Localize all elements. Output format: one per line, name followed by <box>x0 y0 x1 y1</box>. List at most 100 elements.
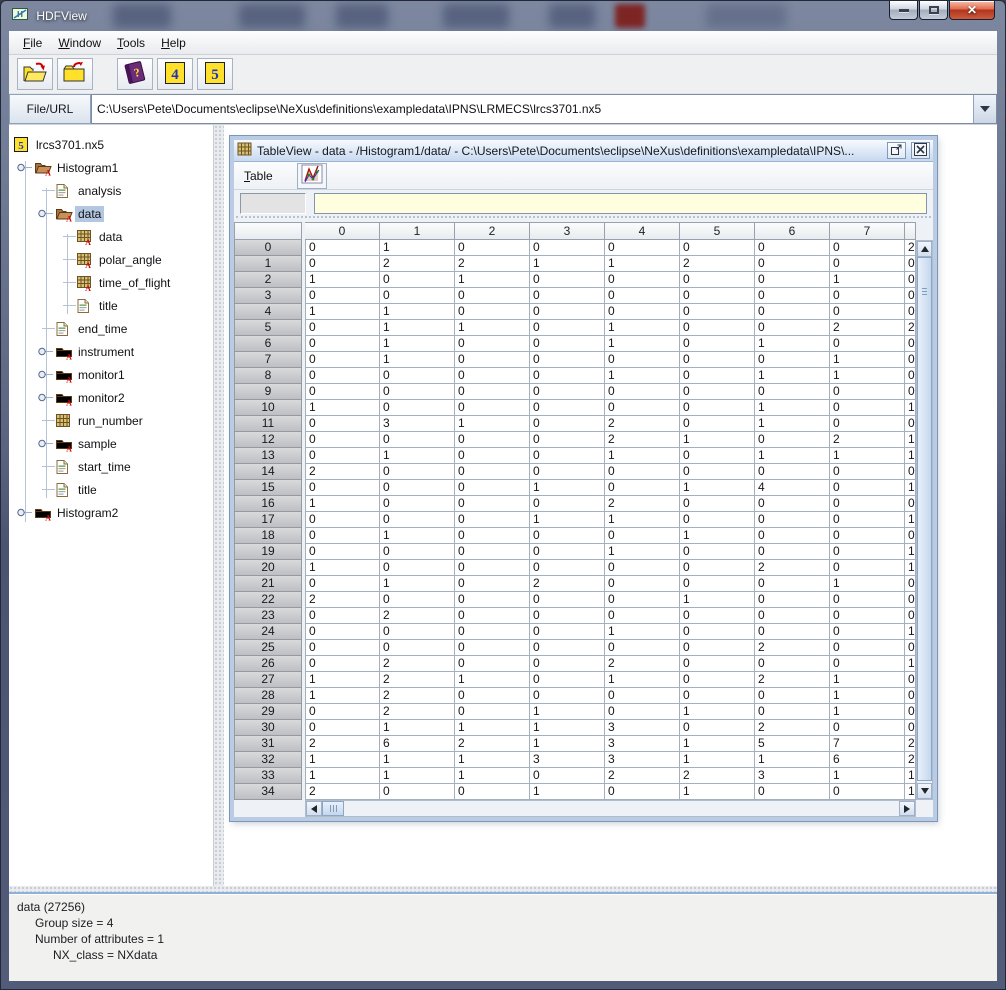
table-cell[interactable]: 0 <box>605 576 680 592</box>
table-cell[interactable]: 3 <box>605 720 680 736</box>
table-cell[interactable]: 0 <box>530 288 605 304</box>
frame-close-button[interactable] <box>911 142 930 159</box>
table-cell[interactable]: 2 <box>305 736 380 752</box>
table-cell[interactable]: 0 <box>455 448 530 464</box>
table-cell[interactable]: 1 <box>380 528 455 544</box>
table-cell[interactable]: 0 <box>905 640 916 656</box>
table-cell[interactable]: 1 <box>905 624 916 640</box>
table-cell[interactable]: 1 <box>530 736 605 752</box>
table-cell[interactable]: 0 <box>380 272 455 288</box>
table-cell[interactable]: 2 <box>605 656 680 672</box>
table-cell[interactable]: 0 <box>530 592 605 608</box>
column-header-7[interactable]: 7 <box>830 222 905 240</box>
table-cell[interactable]: 0 <box>830 640 905 656</box>
row-header-6[interactable]: 6 <box>234 336 302 352</box>
table-cell[interactable]: 0 <box>305 544 380 560</box>
table-cell[interactable]: 0 <box>830 336 905 352</box>
table-cell[interactable]: 1 <box>305 272 380 288</box>
table-cell[interactable]: 5 <box>755 736 830 752</box>
row-header-14[interactable]: 14 <box>234 464 302 480</box>
table-cell[interactable]: 2 <box>680 256 755 272</box>
table-cell[interactable]: 1 <box>530 784 605 800</box>
table-cell[interactable]: 2 <box>605 416 680 432</box>
table-cell[interactable]: 0 <box>680 400 755 416</box>
table-cell[interactable]: 1 <box>755 448 830 464</box>
table-cell[interactable]: 4 <box>755 480 830 496</box>
table-cell[interactable]: 0 <box>680 656 755 672</box>
row-header-23[interactable]: 23 <box>234 608 302 624</box>
table-cell[interactable]: 1 <box>305 400 380 416</box>
table-cell[interactable]: 0 <box>530 304 605 320</box>
table-cell[interactable]: 1 <box>905 480 916 496</box>
table-cell[interactable]: 0 <box>755 256 830 272</box>
table-cell[interactable]: 0 <box>830 560 905 576</box>
menu-tools[interactable]: Tools <box>111 33 155 53</box>
table-cell[interactable]: 2 <box>905 736 916 752</box>
table-cell[interactable]: 1 <box>605 336 680 352</box>
table-cell[interactable]: 2 <box>380 256 455 272</box>
minimize-button[interactable] <box>889 1 918 20</box>
table-cell[interactable]: 1 <box>830 688 905 704</box>
table-cell[interactable]: 0 <box>305 720 380 736</box>
table-cell[interactable]: 1 <box>680 592 755 608</box>
table-cell[interactable]: 0 <box>530 384 605 400</box>
row-header-8[interactable]: 8 <box>234 368 302 384</box>
table-cell[interactable]: 0 <box>305 320 380 336</box>
tree-collapsed-handle[interactable] <box>34 340 55 363</box>
table-cell[interactable]: 0 <box>905 272 916 288</box>
table-cell[interactable]: 0 <box>455 560 530 576</box>
table-cell[interactable]: 0 <box>605 304 680 320</box>
table-cell[interactable]: 0 <box>305 336 380 352</box>
table-cell[interactable]: 0 <box>305 576 380 592</box>
table-cell[interactable]: 1 <box>455 752 530 768</box>
table-cell[interactable]: 1 <box>830 672 905 688</box>
table-cell[interactable]: 0 <box>680 720 755 736</box>
table-cell[interactable]: 0 <box>305 608 380 624</box>
table-cell[interactable]: 1 <box>530 256 605 272</box>
table-cell[interactable]: 1 <box>680 784 755 800</box>
hdf4-button[interactable]: 4 <box>157 58 193 90</box>
tree-item-data[interactable]: Adata <box>13 225 213 248</box>
table-cell[interactable]: 0 <box>380 624 455 640</box>
table-cell[interactable]: 0 <box>455 640 530 656</box>
row-header-22[interactable]: 22 <box>234 592 302 608</box>
table-cell[interactable]: 2 <box>455 256 530 272</box>
close-button[interactable]: ✕ <box>949 1 995 20</box>
table-cell[interactable]: 0 <box>305 368 380 384</box>
table-cell[interactable]: 1 <box>530 720 605 736</box>
table-cell[interactable]: 0 <box>680 240 755 256</box>
column-header-partial[interactable] <box>905 222 916 240</box>
table-cell[interactable]: 0 <box>605 464 680 480</box>
table-cell[interactable]: 2 <box>305 592 380 608</box>
table-cell[interactable]: 0 <box>680 272 755 288</box>
table-cell[interactable]: 0 <box>830 288 905 304</box>
table-cell[interactable]: 1 <box>605 448 680 464</box>
table-cell[interactable]: 0 <box>455 528 530 544</box>
table-cell[interactable]: 0 <box>605 240 680 256</box>
table-cell[interactable]: 0 <box>455 608 530 624</box>
table-cell[interactable]: 0 <box>380 480 455 496</box>
tree-item-data[interactable]: Adata <box>13 202 213 225</box>
table-cell[interactable]: 1 <box>380 304 455 320</box>
open-file-button[interactable] <box>17 58 53 90</box>
table-cell[interactable]: 2 <box>380 672 455 688</box>
table-cell[interactable]: 3 <box>380 416 455 432</box>
table-cell[interactable]: 0 <box>830 528 905 544</box>
table-cell[interactable]: 6 <box>830 752 905 768</box>
table-cell[interactable]: 0 <box>455 496 530 512</box>
table-cell[interactable]: 0 <box>380 432 455 448</box>
table-cell[interactable]: 0 <box>455 624 530 640</box>
row-header-19[interactable]: 19 <box>234 544 302 560</box>
table-cell[interactable]: 0 <box>530 768 605 784</box>
table-cell[interactable]: 3 <box>530 752 605 768</box>
table-cell[interactable]: 1 <box>605 672 680 688</box>
table-cell[interactable]: 0 <box>680 352 755 368</box>
table-cell[interactable]: 1 <box>380 320 455 336</box>
table-cell[interactable]: 0 <box>755 432 830 448</box>
table-cell[interactable]: 0 <box>605 560 680 576</box>
table-cell[interactable]: 0 <box>455 576 530 592</box>
table-cell[interactable]: 0 <box>680 304 755 320</box>
table-cell[interactable]: 0 <box>455 400 530 416</box>
table-cell[interactable]: 0 <box>530 432 605 448</box>
table-cell[interactable]: 0 <box>455 288 530 304</box>
